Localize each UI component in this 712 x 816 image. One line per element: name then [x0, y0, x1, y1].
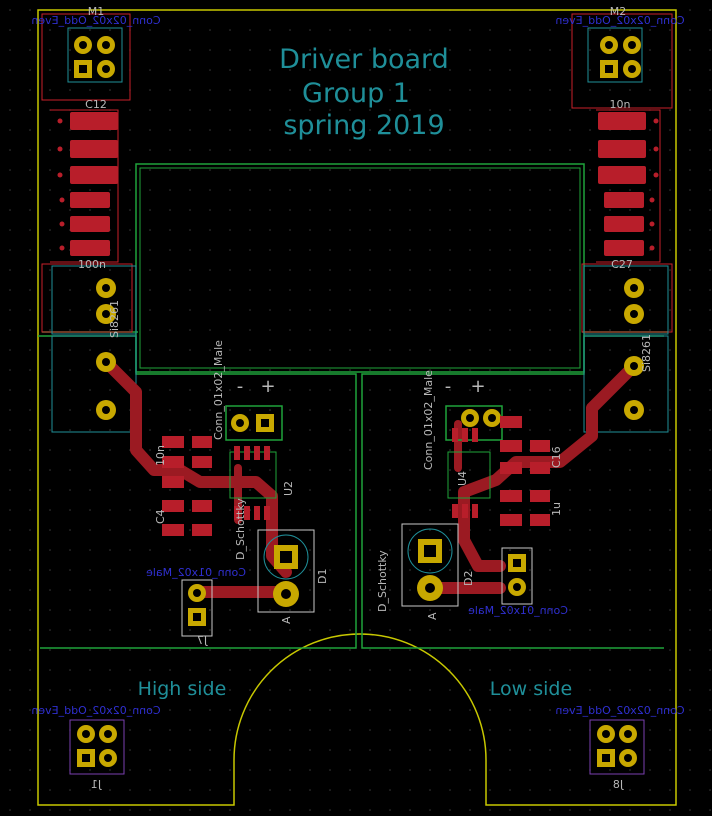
minus-high: - [237, 376, 244, 397]
c4-ref: C4 [154, 509, 167, 524]
d2-ref: D2 [462, 571, 475, 586]
u4-ref: U4 [456, 471, 469, 486]
cap-100n-label: 100n [78, 258, 106, 271]
title-line-2: Group 1 [302, 78, 410, 109]
c16-ref: C16 [550, 446, 563, 468]
d1-ref: D1 [316, 569, 329, 584]
conn-mid-low-value: Conn_01x02_Male [468, 604, 568, 617]
m2-value: Conn_02x02_Odd_Even [555, 14, 684, 27]
schottky-low: D_Schottky [376, 550, 389, 612]
minus-low: - [445, 376, 452, 397]
si-left-label: Si8261 [108, 300, 121, 338]
low-side-label: Low side [490, 678, 572, 700]
pcb-canvas[interactable]: Driver board Group 1 spring 2019 High si… [0, 0, 712, 816]
high-side-label: High side [138, 678, 227, 700]
j1-ref: J1 [91, 778, 102, 791]
u2-ref: U2 [282, 481, 295, 496]
j8-ref: J8 [613, 778, 624, 791]
plus-low: + [470, 376, 485, 397]
j1-value: Conn_02x02_Odd_Even [31, 704, 160, 717]
c12-ref: C12 [85, 98, 107, 111]
j7-ref: J7 [197, 634, 208, 647]
plus-high: + [260, 376, 275, 397]
conn-male-low: Conn_01x02_Male [422, 370, 435, 470]
anode-d1: A [280, 616, 293, 624]
si-right-label: Si8261 [640, 334, 653, 372]
title-line-3: spring 2019 [283, 110, 444, 141]
cap-10n-top-label: 10n [610, 98, 631, 111]
schottky-high: D_Schottky [234, 498, 247, 560]
anode-d2: A [426, 612, 439, 620]
c27-ref: C27 [611, 258, 633, 271]
conn-mid-high-value: Conn_01x02_Male [146, 566, 246, 579]
conn-male-high: Conn_01x02_Male [212, 340, 225, 440]
cap-1u-low: 1u [550, 502, 563, 516]
m1-value: Conn_02x02_Odd_Even [31, 14, 160, 27]
j8-value: Conn_02x02_Odd_Even [555, 704, 684, 717]
cap-10n-high: 10n [154, 445, 167, 466]
title-line-1: Driver board [279, 44, 449, 75]
